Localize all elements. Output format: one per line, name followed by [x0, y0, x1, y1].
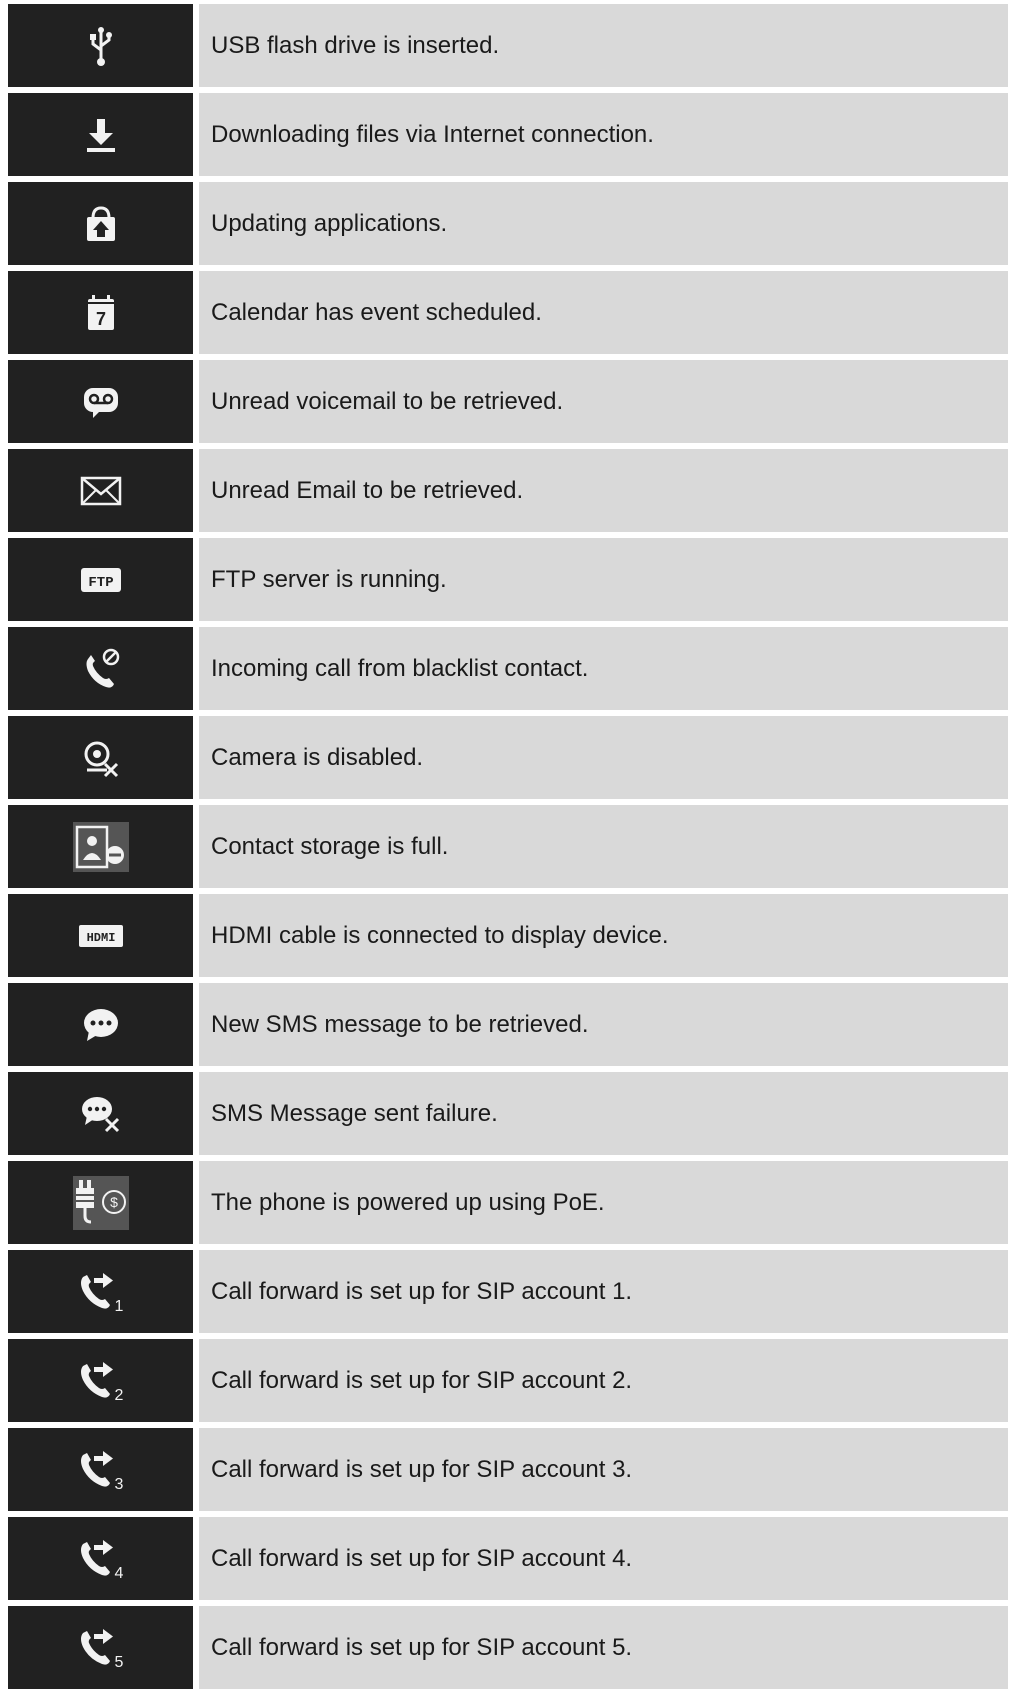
table-row-icon-cell: [8, 627, 193, 710]
app-update-icon: [79, 202, 123, 246]
table-row-description: Camera is disabled.: [199, 716, 1008, 799]
table-row-icon-cell: [8, 93, 193, 176]
table-row-icon-cell: FTP: [8, 538, 193, 621]
call-forward-icon: 2: [75, 1358, 127, 1404]
table-row-description: Downloading files via Internet connectio…: [199, 93, 1008, 176]
usb-icon: [79, 24, 123, 68]
table-row-description: The phone is powered up using PoE.: [199, 1161, 1008, 1244]
table-row-icon-cell: [8, 1072, 193, 1155]
sms-failed-icon: [79, 1092, 123, 1136]
calendar-day-label: 7: [95, 309, 105, 329]
status-icon-table: USB flash drive is inserted. Downloading…: [8, 4, 1008, 1689]
call-forward-icon: 3: [75, 1447, 127, 1493]
camera-disabled-icon: [79, 736, 123, 780]
table-row-icon-cell: 5: [8, 1606, 193, 1689]
ftp-label: FTP: [88, 575, 113, 591]
table-row-description: Call forward is set up for SIP account 5…: [199, 1606, 1008, 1689]
email-icon: [79, 469, 123, 513]
table-row-description: Calendar has event scheduled.: [199, 271, 1008, 354]
table-row-icon-cell: 1: [8, 1250, 193, 1333]
table-row-icon-cell: [8, 805, 193, 888]
sip-account-number: 2: [114, 1387, 123, 1404]
table-row-icon-cell: 4: [8, 1517, 193, 1600]
table-row-icon-cell: [8, 716, 193, 799]
table-row-description: FTP server is running.: [199, 538, 1008, 621]
sip-account-number: 5: [114, 1654, 123, 1671]
table-row-icon-cell: [8, 983, 193, 1066]
table-row-icon-cell: [8, 449, 193, 532]
poe-icon: $: [72, 1175, 129, 1230]
contact-full-icon: [72, 821, 129, 872]
table-row-description: New SMS message to be retrieved.: [199, 983, 1008, 1066]
call-forward-icon: 1: [75, 1269, 127, 1315]
hdmi-label: HDMI: [86, 931, 115, 945]
table-row-description: Call forward is set up for SIP account 1…: [199, 1250, 1008, 1333]
sms-icon: [79, 1003, 123, 1047]
table-row-description: Unread voicemail to be retrieved.: [199, 360, 1008, 443]
voicemail-icon: [79, 380, 123, 424]
table-row-icon-cell: [8, 182, 193, 265]
table-row-icon-cell: 2: [8, 1339, 193, 1422]
table-row-icon-cell: [8, 360, 193, 443]
table-row-icon-cell: $: [8, 1161, 193, 1244]
table-row-description: USB flash drive is inserted.: [199, 4, 1008, 87]
table-row-description: Unread Email to be retrieved.: [199, 449, 1008, 532]
table-row-description: Updating applications.: [199, 182, 1008, 265]
download-icon: [79, 113, 123, 157]
table-row-icon-cell: [8, 4, 193, 87]
sip-account-number: 4: [114, 1565, 123, 1582]
table-row-description: Call forward is set up for SIP account 2…: [199, 1339, 1008, 1422]
call-forward-icon: 5: [75, 1625, 127, 1671]
table-row-description: Incoming call from blacklist contact.: [199, 627, 1008, 710]
sip-account-number: 1: [114, 1298, 123, 1315]
svg-text:$: $: [110, 1194, 118, 1210]
table-row-icon-cell: 3: [8, 1428, 193, 1511]
table-row-icon-cell: HDMI: [8, 894, 193, 977]
table-row-description: Contact storage is full.: [199, 805, 1008, 888]
table-row-description: Call forward is set up for SIP account 3…: [199, 1428, 1008, 1511]
hdmi-icon: HDMI: [77, 914, 125, 958]
table-row-icon-cell: 7: [8, 271, 193, 354]
sip-account-number: 3: [114, 1476, 123, 1493]
calendar-icon: 7: [79, 291, 123, 335]
table-row-description: SMS Message sent failure.: [199, 1072, 1008, 1155]
table-row-description: Call forward is set up for SIP account 4…: [199, 1517, 1008, 1600]
ftp-icon: FTP: [79, 558, 123, 602]
table-row-description: HDMI cable is connected to display devic…: [199, 894, 1008, 977]
blacklist-call-icon: [79, 647, 123, 691]
call-forward-icon: 4: [75, 1536, 127, 1582]
